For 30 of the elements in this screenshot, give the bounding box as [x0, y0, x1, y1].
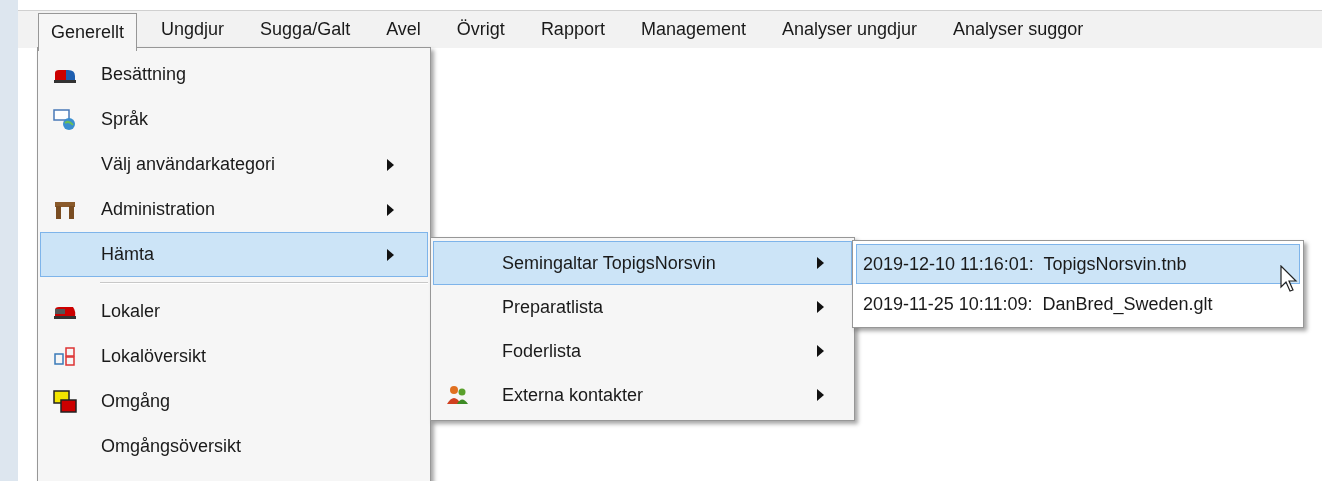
- menu-item[interactable]: Semingaltar TopigsNorsvin: [433, 241, 852, 285]
- menu-bar-item[interactable]: Ungdjur: [149, 11, 237, 48]
- menu-bar-item[interactable]: Rapport: [528, 11, 617, 48]
- cursor-icon: [1280, 265, 1300, 293]
- menu-item[interactable]: Foderlista: [433, 329, 852, 373]
- menu-item[interactable]: Preparatlista: [433, 285, 852, 329]
- menu-item[interactable]: Besättning: [40, 52, 428, 97]
- table-icon: [54, 199, 76, 220]
- menu-item[interactable]: Omgångsöversikt: [40, 424, 428, 469]
- menu-item[interactable]: Språk: [40, 97, 428, 142]
- menu-item[interactable]: 2019-11-25 10:11:09: DanBred_Sweden.glt: [856, 284, 1300, 324]
- menu-bar-item[interactable]: Generellt: [38, 13, 138, 51]
- menu-bar-item[interactable]: Analyser ungdjur: [770, 11, 930, 48]
- menu-item[interactable]: Lokalöversikt: [40, 334, 428, 379]
- overlapping-windows-icon: [53, 389, 77, 414]
- menu-bar-item[interactable]: Analyser suggor: [941, 11, 1096, 48]
- menu-item[interactable]: Välj användarkategori: [40, 142, 428, 187]
- menu-bar-item[interactable]: Management: [628, 11, 758, 48]
- menu-bar-item[interactable]: Sugga/Galt: [248, 11, 363, 48]
- layout-squares-icon: [54, 345, 76, 368]
- menu-item[interactable]: Hämta: [40, 232, 428, 277]
- menu-item[interactable]: Administration: [40, 187, 428, 232]
- menu-item[interactable]: Lokaler: [40, 289, 428, 334]
- menu-bar-item[interactable]: Avel: [374, 11, 433, 48]
- menu-bar-item[interactable]: Övrigt: [444, 11, 517, 48]
- menu-item[interactable]: Omgång: [40, 379, 428, 424]
- menu-item[interactable]: 2019-12-10 11:16:01: TopigsNorsvin.tnb: [856, 244, 1300, 284]
- people-icon: [446, 384, 470, 406]
- globe-screen-icon: [53, 107, 77, 132]
- menu-item[interactable]: Externa kontakter: [433, 373, 852, 417]
